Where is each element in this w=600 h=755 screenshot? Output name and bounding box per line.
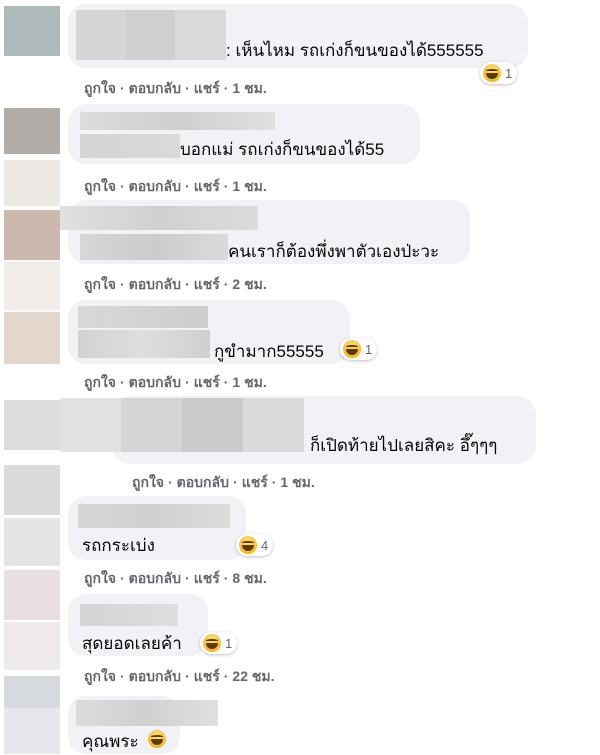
- comment-text: คนเราก็ต้องพึ่งพาตัวเองป่ะวะ: [228, 242, 440, 261]
- reaction-count[interactable]: 1: [340, 338, 378, 360]
- reply-link[interactable]: ตอบกลับ: [129, 80, 181, 96]
- avatar[interactable]: [4, 465, 60, 515]
- comment-actions: ถูกใจ · ตอบกลับ · แชร์ · 8 ชม.: [84, 570, 267, 586]
- like-link[interactable]: ถูกใจ: [132, 474, 164, 490]
- avatar[interactable]: [4, 108, 60, 154]
- like-link[interactable]: ถูกใจ: [84, 80, 116, 96]
- redacted-name: [60, 206, 258, 230]
- comment-text: รถกระเบ่ง: [82, 536, 155, 555]
- comment-actions: ถูกใจ · ตอบกลับ · แชร์ · 1 ชม.: [84, 374, 267, 390]
- redacted-name: [80, 604, 178, 626]
- haha-icon: [203, 634, 221, 652]
- reply-link[interactable]: ตอบกลับ: [129, 276, 181, 292]
- like-link[interactable]: ถูกใจ: [84, 374, 116, 390]
- redacted-name: [76, 10, 226, 60]
- reply-link[interactable]: ตอบกลับ: [177, 474, 229, 490]
- avatar[interactable]: [4, 210, 60, 260]
- avatar[interactable]: [4, 312, 60, 364]
- reply-link[interactable]: ตอบกลับ: [129, 178, 181, 194]
- share-link[interactable]: แชร์: [194, 374, 220, 390]
- comment-text: สุดยอดเลยค้า: [82, 634, 182, 653]
- redacted-name: [80, 112, 275, 130]
- redacted-name: [78, 504, 230, 528]
- comment-text: คุณพระ: [82, 732, 139, 751]
- timestamp[interactable]: 1 ชม.: [232, 178, 266, 194]
- avatar[interactable]: [4, 400, 60, 450]
- timestamp[interactable]: 1 ชม.: [280, 474, 314, 490]
- comment-text: บอกแม่ รถเก่งก็ขนของได้55: [180, 140, 385, 159]
- reaction-count[interactable]: 1: [200, 632, 238, 654]
- avatar[interactable]: [4, 676, 60, 708]
- comment-actions: ถูกใจ · ตอบกลับ · แชร์ · 22 ชม.: [84, 668, 275, 684]
- redacted-name: [76, 700, 218, 726]
- laughing-emoji-icon: [148, 730, 166, 748]
- haha-icon: [239, 536, 257, 554]
- avatar[interactable]: [4, 518, 60, 566]
- like-link[interactable]: ถูกใจ: [84, 668, 116, 684]
- comment-text: : เห็นไหม รถเก่งก็ขนของได้555555: [226, 41, 484, 60]
- reply-link[interactable]: ตอบกลับ: [129, 374, 181, 390]
- avatar[interactable]: [4, 262, 60, 310]
- redacted-name: [78, 330, 210, 358]
- redacted-name: [60, 398, 304, 452]
- timestamp[interactable]: 1 ชม.: [232, 80, 266, 96]
- redacted-name: [78, 306, 208, 328]
- timestamp[interactable]: 1 ชม.: [232, 374, 266, 390]
- redacted-name: [80, 134, 180, 158]
- reply-link[interactable]: ตอบกลับ: [129, 570, 181, 586]
- avatar[interactable]: [4, 160, 60, 206]
- share-link[interactable]: แชร์: [194, 80, 220, 96]
- share-link[interactable]: แชร์: [242, 474, 268, 490]
- avatar[interactable]: [4, 570, 60, 620]
- like-link[interactable]: ถูกใจ: [84, 276, 116, 292]
- comment-actions: ถูกใจ · ตอบกลับ · แชร์ · 1 ชม.: [84, 178, 267, 194]
- share-link[interactable]: แชร์: [194, 570, 220, 586]
- comment-actions: ถูกใจ · ตอบกลับ · แชร์ · 1 ชม.: [132, 474, 315, 490]
- share-link[interactable]: แชร์: [194, 178, 220, 194]
- comment-actions: ถูกใจ · ตอบกลับ · แชร์ · 2 ชม.: [84, 276, 267, 292]
- like-link[interactable]: ถูกใจ: [84, 570, 116, 586]
- avatar[interactable]: [4, 708, 60, 754]
- redacted-name: [80, 234, 228, 260]
- reply-link[interactable]: ตอบกลับ: [129, 668, 181, 684]
- comment-actions: ถูกใจ · ตอบกลับ · แชร์ · 1 ชม.: [84, 80, 267, 96]
- share-link[interactable]: แชร์: [194, 276, 220, 292]
- comment-text: ก็เปิดท้ายไปเลยสิคะ อึ๊ๆๆๆ: [310, 436, 498, 455]
- timestamp[interactable]: 8 ชม.: [232, 570, 266, 586]
- like-link[interactable]: ถูกใจ: [84, 178, 116, 194]
- timestamp[interactable]: 2 ชม.: [232, 276, 266, 292]
- haha-icon: [343, 340, 361, 358]
- reaction-count[interactable]: 1: [480, 62, 518, 84]
- comment-text: กูขำมาก55555: [214, 342, 324, 361]
- avatar[interactable]: [4, 6, 60, 56]
- haha-icon: [483, 64, 501, 82]
- avatar[interactable]: [4, 622, 60, 670]
- reaction-count[interactable]: 4: [236, 534, 274, 556]
- timestamp[interactable]: 22 ชม.: [232, 668, 274, 684]
- share-link[interactable]: แชร์: [194, 668, 220, 684]
